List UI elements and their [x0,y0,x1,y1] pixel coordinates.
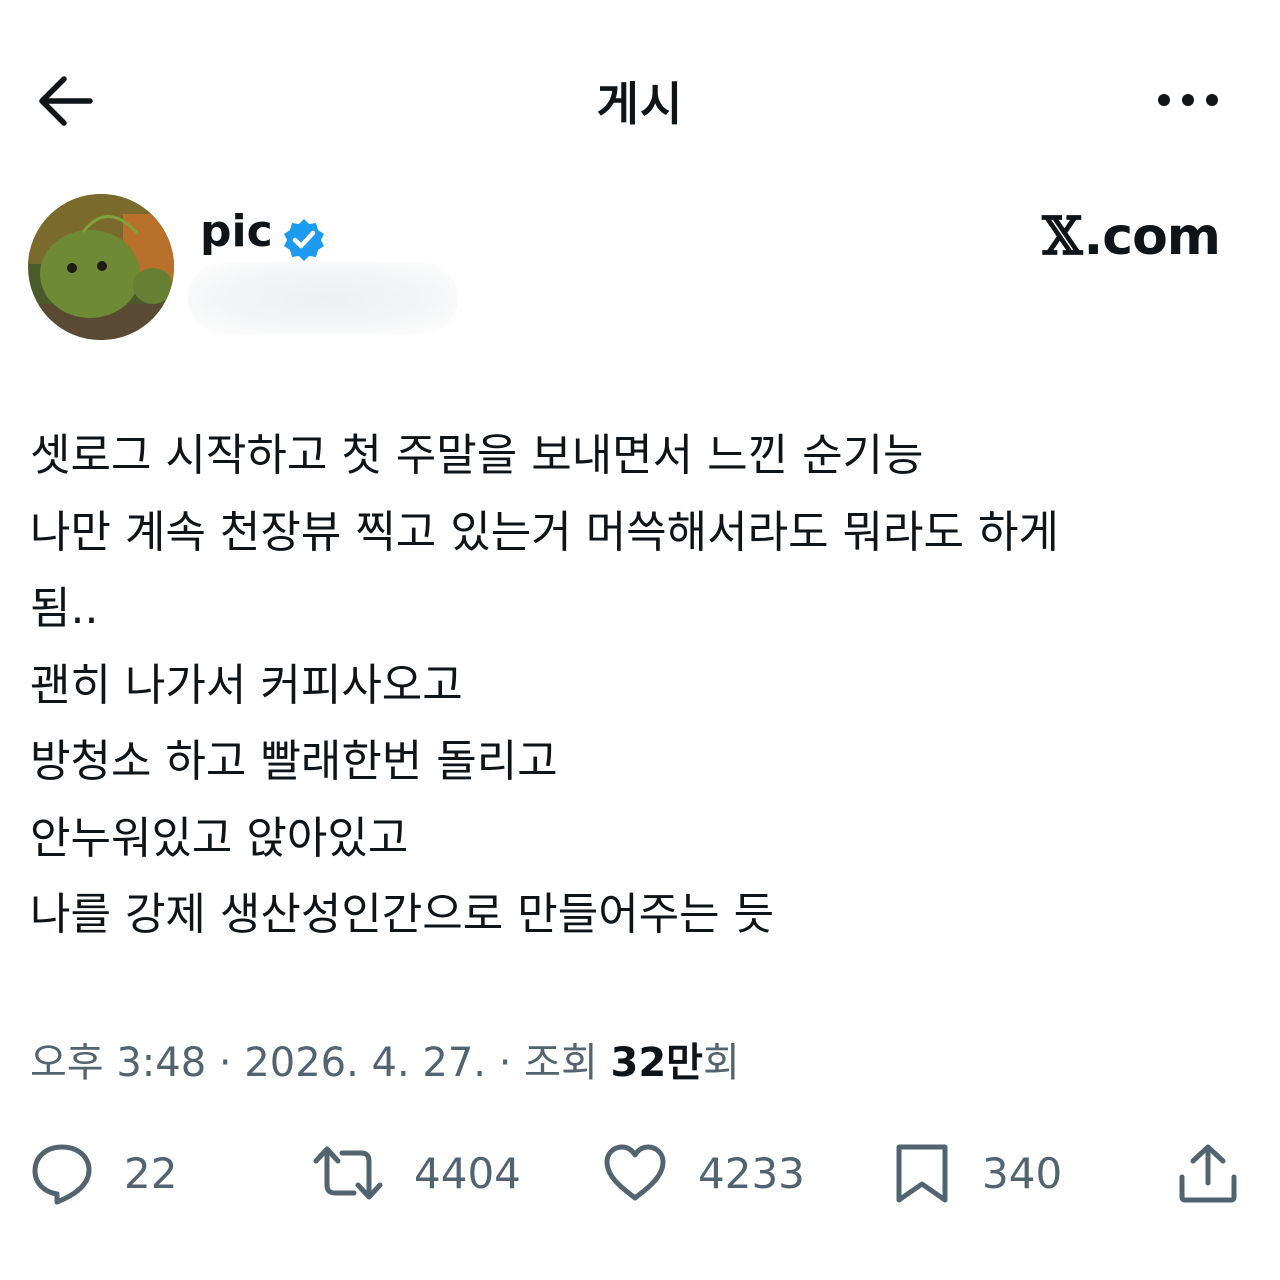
reply-button[interactable]: 22 [30,1140,177,1206]
author-name[interactable]: pic [200,206,273,257]
repost-count: 4404 [414,1148,521,1198]
repost-button[interactable]: 4404 [312,1140,521,1206]
views-count: 32만 [610,1040,703,1086]
like-count: 4233 [698,1148,805,1198]
more-horizontal-icon [1158,94,1218,106]
heart-icon [604,1144,666,1201]
reply-count: 22 [124,1148,178,1198]
page-title: 게시 [596,77,684,131]
verified-badge-icon [280,216,328,264]
reply-bubble-icon [32,1144,92,1205]
source-watermark: 𝕏.com [1042,206,1221,267]
repost-icon [313,1146,383,1200]
post-meta: 오후 3:48 · 2026. 4. 27. · 조회 32만회 [30,1040,740,1086]
post-time[interactable]: 오후 3:48 [30,1040,206,1086]
x-logo-icon: 𝕏 [1042,206,1082,267]
post-text: 셋로그 시작하고 첫 주말을 보내면서 느낀 순기능 나만 계속 천장뷰 찍고 … [30,430,1059,940]
top-bar: 게시 [0,0,1280,200]
blurred-handle [188,262,458,334]
share-button[interactable] [1176,1140,1240,1206]
bookmark-count: 340 [982,1148,1063,1198]
like-button[interactable]: 4233 [602,1140,805,1206]
post-date[interactable]: 2026. 4. 27. [244,1040,486,1086]
bookmark-button[interactable]: 340 [892,1140,1062,1206]
avatar[interactable] [28,194,174,340]
source-label: .com [1083,207,1221,267]
bookmark-icon [896,1144,948,1203]
share-upload-icon [1179,1144,1237,1203]
more-button[interactable] [1152,80,1224,120]
